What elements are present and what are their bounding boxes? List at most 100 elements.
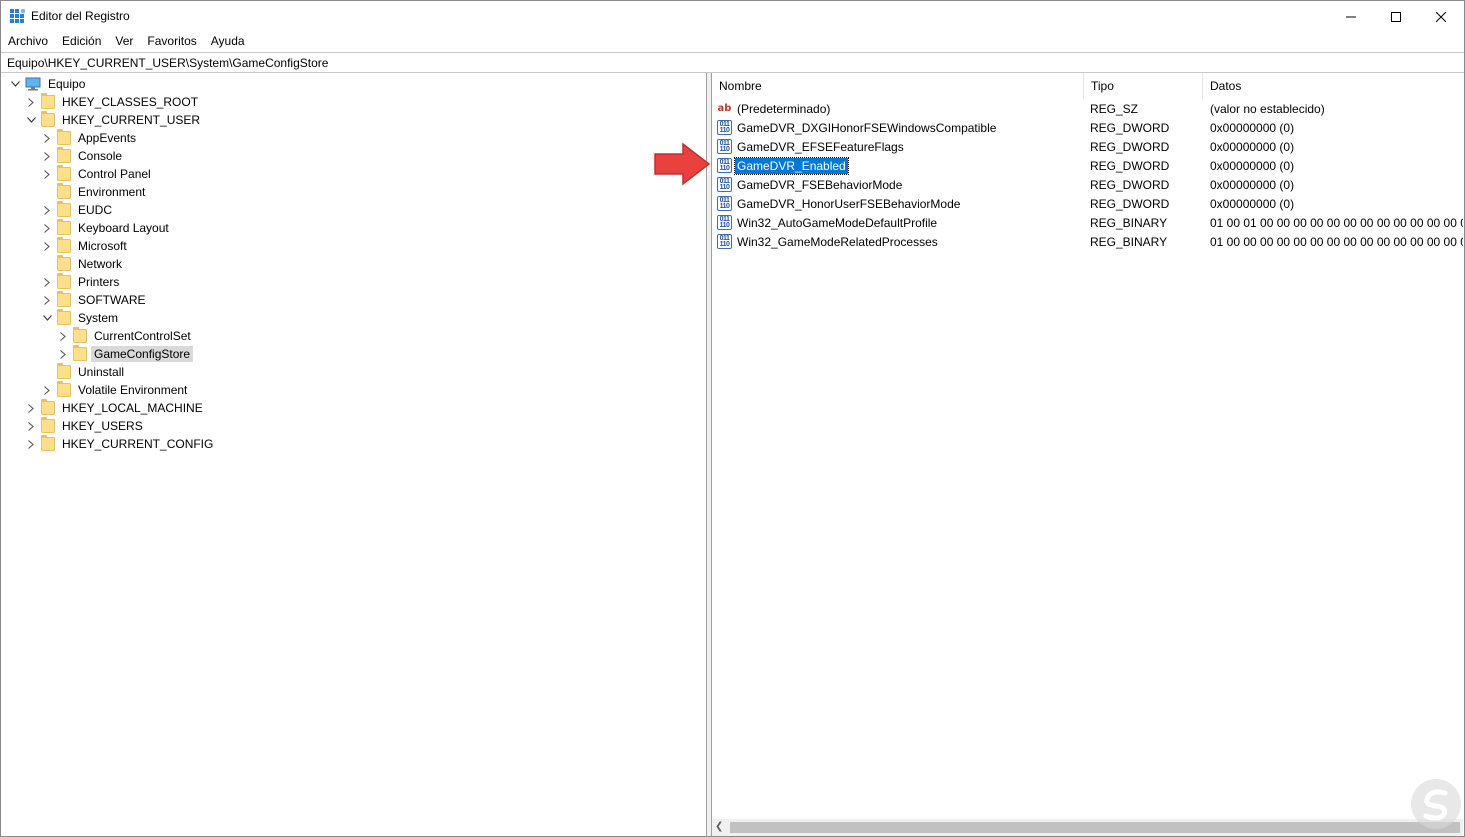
chevron-down-icon[interactable] [23, 111, 39, 129]
value-name: GameDVR_HonorUserFSEBehaviorMode [737, 196, 961, 211]
registry-value-row[interactable]: 011 110 Win32_AutoGameModeDefaultProfile RE… [712, 213, 1463, 232]
registry-value-row[interactable]: ab (Predeterminado) REG_SZ (valor no establ… [712, 99, 1463, 118]
menu-archivo[interactable]: Archivo [1, 32, 55, 52]
tree-item[interactable]: SOFTWARE [39, 291, 149, 309]
tree-item[interactable]: HKEY_CLASSES_ROOT [23, 93, 201, 111]
tree-item-label: HKEY_CURRENT_CONFIG [62, 437, 214, 451]
tree-item[interactable]: Environment [39, 183, 148, 201]
chevron-right-icon[interactable] [39, 291, 55, 309]
value-data: 0x00000000 (0) [1210, 177, 1295, 192]
column-header-nombre[interactable]: Nombre [712, 73, 1084, 99]
value-name: Win32_AutoGameModeDefaultProfile [737, 215, 938, 230]
binary-value-icon: 011 110 [717, 234, 732, 249]
tree-item-equipo[interactable]: Equipo [7, 75, 88, 93]
maximize-button[interactable] [1373, 1, 1419, 32]
tree-item[interactable]: Printers [39, 273, 122, 291]
chevron-right-icon[interactable] [39, 165, 55, 183]
chevron-right-icon[interactable] [39, 273, 55, 291]
menu-ayuda[interactable]: Ayuda [204, 32, 252, 52]
folder-icon [57, 381, 71, 397]
chevron-right-icon[interactable] [39, 219, 55, 237]
value-name: GameDVR_Enabled [734, 156, 849, 175]
chevron-down-icon[interactable] [39, 309, 55, 327]
computer-icon [25, 77, 41, 91]
chevron-down-icon[interactable] [7, 75, 23, 93]
folder-icon [57, 147, 71, 163]
tree-item[interactable]: Volatile Environment [39, 381, 190, 399]
folder-icon [57, 363, 71, 379]
chevron-right-icon[interactable] [55, 345, 71, 363]
tree-item-label: EUDC [78, 203, 113, 217]
tree-item[interactable]: Console [39, 147, 125, 165]
menu-favoritos[interactable]: Favoritos [140, 32, 203, 52]
registry-app-icon [10, 9, 25, 23]
tree-item[interactable]: GameConfigStore [55, 345, 194, 363]
tree-item[interactable]: EUDC [39, 201, 115, 219]
value-type: REG_BINARY [1090, 234, 1168, 249]
tree-item[interactable]: Microsoft [39, 237, 130, 255]
tree-item-label: Volatile Environment [78, 383, 188, 397]
folder-icon [41, 417, 55, 433]
value-name-cell: 011 110 GameDVR_Enabled [717, 156, 1082, 175]
registry-value-row[interactable]: 011 110 GameDVR_FSEBehaviorMode REG_DWORD 0x… [712, 175, 1463, 194]
value-data: 0x00000000 (0) [1210, 196, 1295, 211]
maximize-icon [1391, 11, 1401, 22]
scrollbar-thumb[interactable] [730, 822, 1460, 833]
chevron-right-icon[interactable] [39, 381, 55, 399]
folder-icon [57, 291, 71, 307]
chevron-right-icon[interactable] [39, 237, 55, 255]
chevron-right-icon[interactable] [23, 399, 39, 417]
values-list-pane[interactable]: Nombre Tipo Datos ab (Predeterminado) REG_… [711, 73, 1463, 836]
tree-item[interactable]: HKEY_LOCAL_MACHINE [23, 399, 206, 417]
tree-item[interactable]: Network [39, 255, 125, 273]
tree-item-label: HKEY_CLASSES_ROOT [62, 95, 199, 109]
tree-item[interactable]: CurrentControlSet [55, 327, 194, 345]
scroll-left-icon[interactable]: ❮ [715, 821, 723, 832]
menu-ver[interactable]: Ver [108, 32, 140, 52]
chevron-right-icon[interactable] [23, 93, 39, 111]
close-button[interactable] [1418, 1, 1464, 32]
registry-value-row[interactable]: 011 110 Win32_GameModeRelatedProcesses REG_… [712, 232, 1463, 251]
key-tree-pane[interactable]: Equipo HKEY_CLASSES_ROOT HKEY_CURRENT_USE… [3, 73, 707, 836]
registry-value-row[interactable]: 011 110 GameDVR_EFSEFeatureFlags REG_DWORD 0… [712, 137, 1463, 156]
value-data: 01 00 01 00 00 00 00 00 00 00 00 00 00 0… [1210, 215, 1463, 230]
folder-icon [41, 435, 55, 451]
registry-value-row[interactable]: 011 110 GameDVR_Enabled REG_DWORD 0x00000000… [712, 156, 1463, 175]
value-data: 01 00 00 00 00 00 00 00 00 00 00 00 00 0… [1210, 234, 1463, 249]
value-type: REG_DWORD [1090, 139, 1170, 154]
binary-value-icon: 011 110 [717, 120, 732, 135]
chevron-right-icon[interactable] [23, 435, 39, 453]
address-bar[interactable]: Equipo\HKEY_CURRENT_USER\System\GameConf… [1, 52, 1464, 73]
chevron-right-icon[interactable] [23, 417, 39, 435]
value-type: REG_DWORD [1090, 120, 1170, 135]
tree-item-label: AppEvents [78, 131, 137, 145]
chevron-right-icon[interactable] [39, 201, 55, 219]
tree-item[interactable]: AppEvents [39, 129, 139, 147]
column-header-datos[interactable]: Datos [1203, 73, 1463, 99]
chevron-right-icon[interactable] [39, 129, 55, 147]
horizontal-scrollbar[interactable]: ❮ [712, 819, 1463, 836]
tree-item[interactable]: System [39, 309, 121, 327]
registry-value-row[interactable]: 011 110 GameDVR_HonorUserFSEBehaviorMode RE… [712, 194, 1463, 213]
tree-item-label: System [78, 311, 119, 325]
registry-editor-window: Editor del Registro Archivo Edición Ver … [0, 0, 1465, 837]
tree-item[interactable]: HKEY_CURRENT_CONFIG [23, 435, 216, 453]
window-title: Editor del Registro [31, 9, 130, 23]
folder-icon [57, 219, 71, 235]
tree-item[interactable]: Uninstall [39, 363, 127, 381]
tree-item[interactable]: Control Panel [39, 165, 154, 183]
tree-item[interactable]: HKEY_USERS [23, 417, 146, 435]
column-header-tipo[interactable]: Tipo [1084, 73, 1203, 99]
value-name: Win32_GameModeRelatedProcesses [737, 234, 938, 249]
folder-icon [73, 327, 87, 343]
chevron-right-icon[interactable] [55, 327, 71, 345]
menu-edicion[interactable]: Edición [55, 32, 108, 52]
registry-value-row[interactable]: 011 110 GameDVR_DXGIHonorFSEWindowsCompati… [712, 118, 1463, 137]
chevron-right-icon[interactable] [39, 147, 55, 165]
tree-item-label: Environment [78, 185, 146, 199]
tree-item-label: GameConfigStore [91, 346, 194, 362]
tree-item[interactable]: Keyboard Layout [39, 219, 172, 237]
tree-item[interactable]: HKEY_CURRENT_USER [23, 111, 203, 129]
minimize-button[interactable] [1328, 1, 1374, 32]
